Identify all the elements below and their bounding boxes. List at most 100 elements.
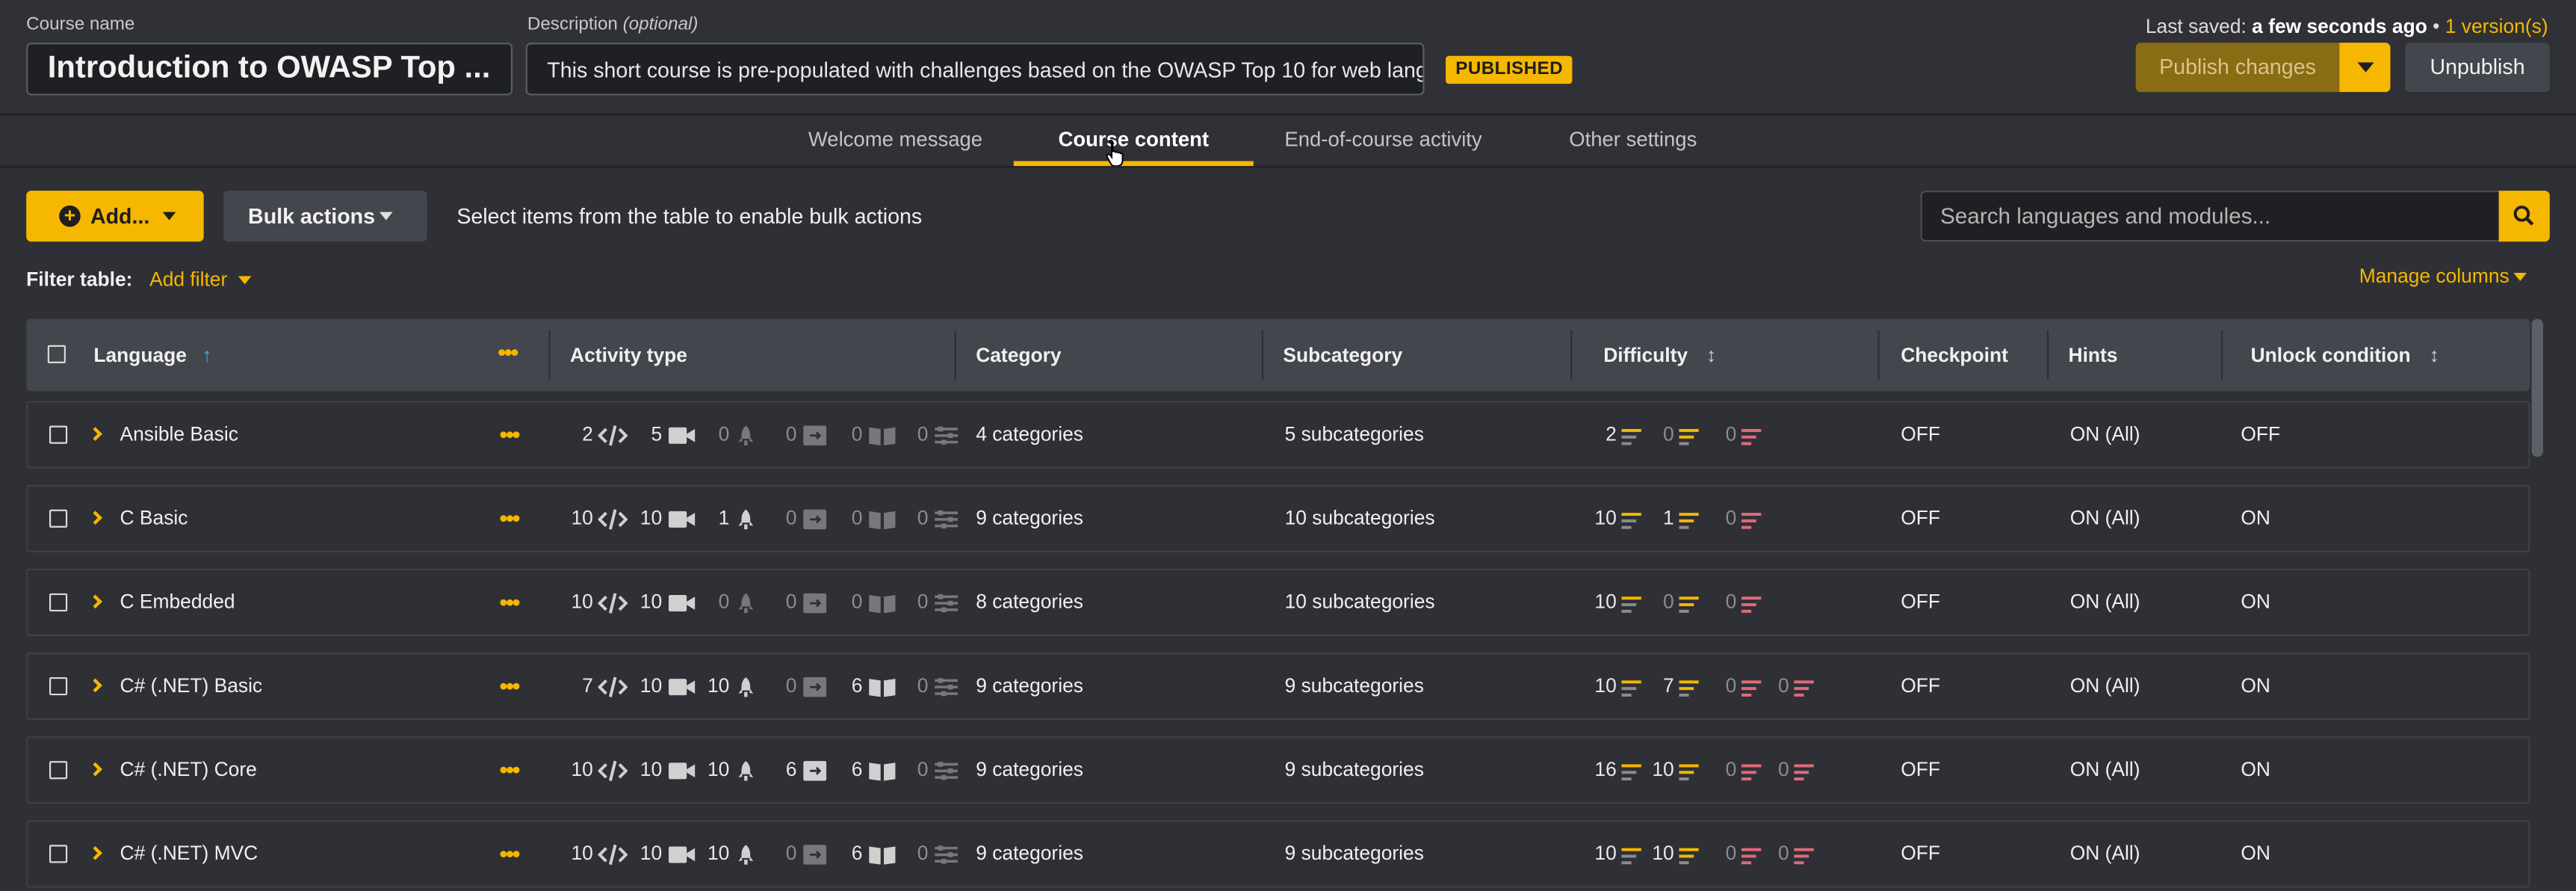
- expand-row-icon[interactable]: [88, 762, 102, 777]
- activity-count: 10: [567, 570, 629, 635]
- difficulty-level-icon: [1795, 842, 1818, 865]
- description-input[interactable]: This short course is pre-populated with …: [525, 43, 1425, 96]
- manage-columns-label: Manage columns: [2359, 265, 2510, 288]
- table-row[interactable]: C# (.NET) MVC ••• 10 10 10 0 6 0 9 categor…: [26, 820, 2530, 888]
- table-row[interactable]: C# (.NET) Basic ••• 7 10 10 0 6 0 9 catego…: [26, 652, 2530, 721]
- activity-count: 0: [836, 403, 897, 467]
- category-cell: 4 categories: [976, 422, 1083, 446]
- category-cell: 8 categories: [976, 590, 1083, 614]
- row-checkbox[interactable]: [49, 509, 68, 528]
- publish-changes-button[interactable]: Publish changes: [2135, 43, 2340, 93]
- difficulty-count: 0: [1766, 654, 1818, 718]
- subcategory-cell: 5 subcategories: [1284, 422, 1424, 446]
- table-row[interactable]: C Embedded ••• 10 10 0 0 0 0 8 categories 1…: [26, 568, 2530, 637]
- code-icon: [598, 422, 629, 446]
- column-language[interactable]: Language ↑: [93, 319, 211, 392]
- tab-end-of-course-activity[interactable]: End-of-course activity: [1273, 117, 1493, 166]
- code-icon: [598, 674, 629, 697]
- row-checkbox[interactable]: [49, 676, 68, 696]
- bulk-actions-button[interactable]: Bulk actions: [223, 191, 427, 242]
- mission-icon: [735, 590, 758, 613]
- column-checkpoint[interactable]: Checkpoint: [1901, 319, 2008, 392]
- column-category[interactable]: Category: [976, 319, 1061, 392]
- subcategory-cell: 10 subcategories: [1284, 590, 1435, 614]
- add-button[interactable]: + Add...: [26, 191, 204, 242]
- expand-row-icon[interactable]: [88, 845, 102, 860]
- scrollbar-thumb[interactable]: [2531, 318, 2544, 457]
- difficulty-count: 0: [1714, 738, 1765, 802]
- row-checkbox[interactable]: [49, 845, 68, 863]
- description-label-text: Description: [527, 14, 618, 35]
- tab-course-content[interactable]: Course content: [1013, 117, 1254, 167]
- column-unlock-condition[interactable]: Unlock condition ↕: [2251, 319, 2439, 392]
- row-checkbox[interactable]: [49, 761, 68, 780]
- vertical-scrollbar[interactable]: [2531, 318, 2544, 891]
- tab-bar: Welcome message Course content End-of-co…: [0, 117, 2576, 168]
- select-all-checkbox[interactable]: [47, 345, 66, 363]
- table-row[interactable]: C# (.NET) Core ••• 10 10 10 6 6 0 9 catego…: [26, 736, 2530, 804]
- unpublish-button[interactable]: Unpublish: [2405, 43, 2550, 93]
- column-hints[interactable]: Hints: [2069, 319, 2118, 392]
- quiz-icon: [934, 842, 960, 865]
- row-options-icon[interactable]: •••: [499, 840, 520, 866]
- walkthrough-icon: [802, 590, 829, 613]
- checkpoint-cell: OFF: [1901, 673, 1940, 697]
- code-icon: [598, 758, 629, 781]
- difficulty-level-icon: [1741, 506, 1765, 529]
- activity-count: 0: [902, 821, 960, 886]
- activity-count: 0: [902, 403, 960, 467]
- difficulty-count-value: 10: [1594, 506, 1617, 530]
- difficulty-count-value: 0: [1725, 757, 1737, 781]
- tab-other-settings[interactable]: Other settings: [1554, 117, 1712, 166]
- difficulty-level-icon: [1741, 674, 1765, 697]
- hand-cursor-icon: [1106, 140, 1124, 167]
- row-checkbox[interactable]: [49, 425, 68, 444]
- difficulty-count: 0: [1714, 487, 1765, 551]
- column-subcategory[interactable]: Subcategory: [1283, 319, 1402, 392]
- difficulty-count-value: 16: [1594, 757, 1617, 781]
- add-filter-dropdown[interactable]: Add filter: [149, 268, 252, 291]
- last-saved-value: a few seconds ago: [2252, 14, 2427, 38]
- column-divider: [954, 330, 956, 380]
- column-activity-type[interactable]: Activity type: [570, 319, 687, 392]
- search-button[interactable]: [2498, 191, 2550, 242]
- activity-count-value: 6: [851, 841, 863, 865]
- row-options-icon[interactable]: •••: [499, 756, 520, 783]
- course-name-input[interactable]: Introduction to OWASP Top ...: [26, 43, 513, 96]
- code-icon: [598, 842, 629, 865]
- versions-link[interactable]: 1 version(s): [2445, 15, 2548, 38]
- activity-count: 10: [703, 738, 758, 802]
- publish-options-dropdown[interactable]: [2339, 43, 2391, 93]
- table-row[interactable]: C Basic ••• 10 10 1 0 0 0 9 categories 10 s…: [26, 484, 2530, 552]
- chevron-down-icon: [2513, 273, 2527, 282]
- difficulty-count-value: 1: [1663, 506, 1674, 530]
- expand-row-icon[interactable]: [88, 427, 102, 441]
- unlock-condition-cell: ON: [2241, 506, 2270, 530]
- search-input[interactable]: Search languages and modules...: [1920, 191, 2501, 242]
- expand-row-icon[interactable]: [88, 678, 102, 693]
- activity-count-value: 2: [582, 422, 593, 446]
- chevron-down-icon: [238, 276, 252, 285]
- activity-count: 10: [636, 654, 697, 718]
- row-options-icon[interactable]: •••: [499, 421, 520, 447]
- difficulty-count-value: 2: [1606, 422, 1617, 446]
- unlock-condition-cell: ON: [2241, 841, 2270, 865]
- expand-row-icon[interactable]: [88, 511, 102, 525]
- expand-row-icon[interactable]: [88, 594, 102, 609]
- column-divider: [1570, 330, 1573, 380]
- activity-count: 10: [636, 738, 697, 802]
- activity-count-value: 0: [917, 590, 929, 614]
- difficulty-count: 0: [1714, 570, 1765, 635]
- row-options-icon[interactable]: •••: [499, 588, 520, 614]
- tab-welcome-message[interactable]: Welcome message: [799, 117, 992, 166]
- row-checkbox[interactable]: [49, 593, 68, 612]
- activity-count-value: 0: [718, 590, 730, 614]
- difficulty-level-icon: [1622, 590, 1645, 613]
- column-difficulty[interactable]: Difficulty ↕: [1603, 319, 1716, 392]
- row-options-icon[interactable]: •••: [499, 505, 520, 531]
- row-options-icon[interactable]: •••: [499, 672, 520, 698]
- manage-columns-dropdown[interactable]: Manage columns: [2359, 265, 2527, 288]
- guided-course-icon: [868, 422, 898, 446]
- more-options-icon[interactable]: •••: [498, 339, 518, 365]
- table-row[interactable]: Ansible Basic ••• 2 5 0 0 0 0 4 categories…: [26, 401, 2530, 469]
